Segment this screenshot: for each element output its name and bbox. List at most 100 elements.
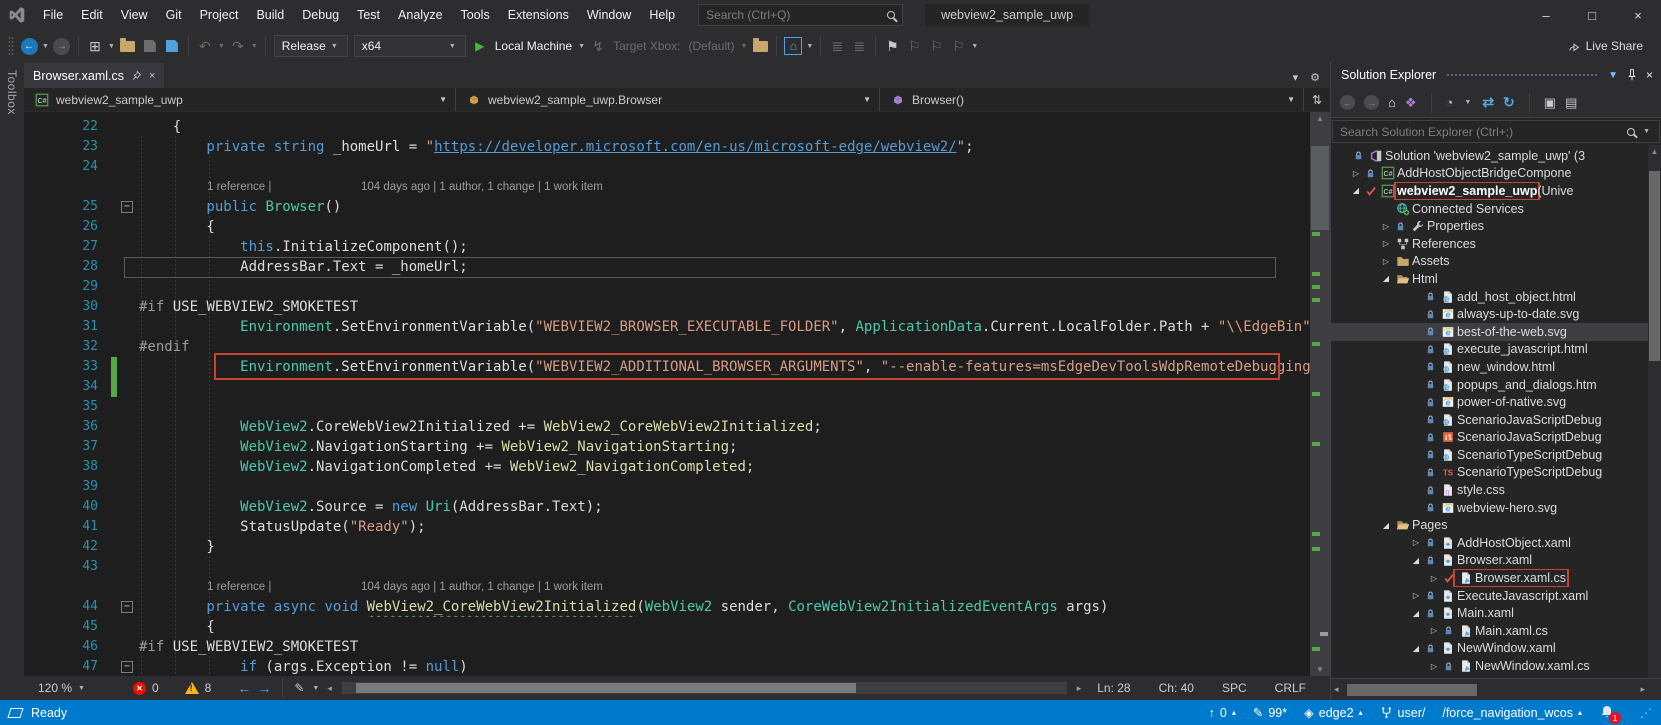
switch-views-icon[interactable]: ❖ bbox=[1405, 95, 1417, 111]
close-button[interactable]: × bbox=[1615, 0, 1661, 30]
drag-grip[interactable] bbox=[1446, 72, 1599, 78]
split-window-icon[interactable]: ⇅ bbox=[1304, 93, 1330, 107]
tree-item-webview2-sample-uwp[interactable]: ◢ C# webview2_sample_uwp (Unive bbox=[1331, 182, 1661, 200]
tree-vertical-scrollbar[interactable]: ▲ bbox=[1648, 145, 1661, 678]
line-number[interactable]: 46 bbox=[24, 637, 98, 657]
code-line[interactable]: 23 private string _homeUrl = "https://dev… bbox=[24, 137, 1310, 157]
resize-grip-icon[interactable]: ⋰ bbox=[1640, 706, 1652, 720]
toolbox-side-tab[interactable]: Toolbox bbox=[0, 62, 24, 700]
forward-icon[interactable]: → bbox=[52, 34, 72, 58]
tree-item-addhostobject-xaml[interactable]: ▷ AddHostObject.xaml bbox=[1331, 534, 1661, 552]
tree-horizontal-scrollbar[interactable]: ◂ ▸ bbox=[1331, 678, 1661, 700]
scrollbar-thumb[interactable] bbox=[1347, 684, 1477, 696]
url-link[interactable]: https://developer.microsoft.com/en-us/mi… bbox=[434, 139, 957, 155]
line-number[interactable]: 27 bbox=[24, 237, 98, 257]
config-dropdown[interactable]: Release ▼ bbox=[273, 35, 348, 57]
line-number[interactable]: 41 bbox=[24, 517, 98, 537]
menu-window[interactable]: Window bbox=[578, 2, 640, 28]
home-icon[interactable]: ⌂ bbox=[1388, 95, 1396, 110]
line-number[interactable]: 45 bbox=[24, 617, 98, 637]
pending-edits-button[interactable]: ✎ 99* bbox=[1253, 705, 1287, 721]
minimize-button[interactable]: – bbox=[1523, 0, 1569, 30]
menu-extensions[interactable]: Extensions bbox=[499, 2, 578, 28]
expand-icon[interactable]: ▷ bbox=[1427, 662, 1441, 671]
code-line[interactable]: 34 bbox=[24, 377, 1310, 397]
next-bookmark-icon[interactable]: ⚐ bbox=[926, 34, 946, 58]
fold-toggle-icon[interactable]: − bbox=[121, 661, 133, 673]
tree-item-scenariotypescriptdebug[interactable]: ScenarioTypeScriptDebug bbox=[1331, 446, 1661, 464]
codelens-history[interactable]: 104 days ago | 1 author, 1 change | 1 wo… bbox=[361, 177, 603, 197]
tree-item-assets[interactable]: ▷ Assets bbox=[1331, 253, 1661, 271]
tree-item-pages[interactable]: ◢ Pages bbox=[1331, 516, 1661, 534]
code-line[interactable]: 32 #endif bbox=[24, 337, 1310, 357]
save-icon[interactable] bbox=[140, 34, 160, 58]
expand-icon[interactable]: ▷ bbox=[1427, 574, 1441, 583]
expand-icon[interactable]: ▷ bbox=[1379, 257, 1393, 266]
tree-item-main-xaml[interactable]: ◢ Main.xaml bbox=[1331, 604, 1661, 622]
tree-item-solution-webview2-sample-uwp-3[interactable]: Solution 'webview2_sample_uwp' (3 bbox=[1331, 147, 1661, 165]
back-icon[interactable]: ← bbox=[19, 34, 39, 58]
code-line[interactable]: 28 AddressBar.Text = _homeUrl; bbox=[24, 257, 1310, 278]
line-number[interactable]: 36 bbox=[24, 417, 98, 437]
home-box-icon[interactable]: ⌂ bbox=[783, 34, 803, 58]
code-line[interactable]: 22 { bbox=[24, 117, 1310, 137]
codelens-row[interactable]: 1 reference | 104 days ago | 1 author, 1 … bbox=[24, 177, 1310, 197]
code-line[interactable]: 29 bbox=[24, 277, 1310, 297]
editor-options-icon[interactable]: ⚙ bbox=[1310, 71, 1320, 84]
codelens-references[interactable]: 1 reference | bbox=[139, 581, 271, 593]
line-number[interactable]: 42 bbox=[24, 537, 98, 557]
spaces-indicator[interactable]: SPC bbox=[1222, 681, 1247, 695]
collapse-icon[interactable]: ◢ bbox=[1409, 556, 1423, 565]
notifications-button[interactable]: 1 bbox=[1599, 704, 1621, 724]
expand-icon[interactable]: ▷ bbox=[1379, 239, 1393, 248]
line-number[interactable]: 37 bbox=[24, 437, 98, 457]
line-number[interactable]: 30 bbox=[24, 297, 98, 317]
code-line[interactable]: 40 WebView2.Source = new Uri(AddressBar.T… bbox=[24, 497, 1310, 517]
code-line[interactable]: 27 this.InitializeComponent(); bbox=[24, 237, 1310, 257]
code-line[interactable]: 33 Environment.SetEnvironmentVariable("WE… bbox=[24, 353, 1310, 380]
editor-vertical-scrollbar[interactable]: ▲ ▼ bbox=[1310, 112, 1330, 676]
pending-changes-filter-icon[interactable]: ◔ bbox=[1446, 95, 1454, 110]
expand-icon[interactable]: ▷ bbox=[1379, 222, 1393, 231]
menu-tools[interactable]: Tools bbox=[452, 2, 499, 28]
indent-icon[interactable]: ≣ bbox=[827, 34, 847, 58]
line-number[interactable]: 44 bbox=[24, 597, 98, 617]
scroll-left-icon[interactable]: ◂ bbox=[327, 683, 332, 694]
member-dropdown[interactable]: Browser() ▼ bbox=[880, 88, 1304, 111]
tree-item-newwindow-xaml[interactable]: ◢ NewWindow.xaml bbox=[1331, 640, 1661, 658]
code-line[interactable]: 44− private async void WebView2_CoreWebVi… bbox=[24, 597, 1310, 617]
line-number[interactable]: 24 bbox=[24, 157, 98, 177]
code-line[interactable]: 24 bbox=[24, 157, 1310, 177]
menu-build[interactable]: Build bbox=[247, 2, 293, 28]
code-line[interactable]: 36 WebView2.CoreWebView2Initialized += We… bbox=[24, 417, 1310, 437]
toolbar-grip[interactable] bbox=[8, 36, 14, 56]
save-all-icon[interactable] bbox=[162, 34, 182, 58]
tree-item-executejavascript-xaml[interactable]: ▷ ExecuteJavascript.xaml bbox=[1331, 587, 1661, 605]
search-input[interactable]: Search (Ctrl+Q) bbox=[698, 4, 904, 26]
code-line[interactable]: 39 bbox=[24, 477, 1310, 497]
solution-search-input[interactable]: Search Solution Explorer (Ctrl+;) ▼ bbox=[1332, 120, 1660, 143]
tree-item-style-css[interactable]: {} style.css bbox=[1331, 481, 1661, 499]
line-number[interactable]: 22 bbox=[24, 117, 98, 137]
tree-item-scenariojavascriptdebug[interactable]: ScenarioJavaScriptDebug bbox=[1331, 411, 1661, 429]
scroll-up-icon[interactable]: ▲ bbox=[1648, 147, 1661, 156]
forward-icon[interactable]: → bbox=[1364, 95, 1379, 110]
scrollbar-thumb[interactable] bbox=[1311, 146, 1329, 230]
code-line[interactable]: 30 #if USE_WEBVIEW2_SMOKETEST bbox=[24, 297, 1310, 317]
line-ending-indicator[interactable]: CRLF bbox=[1275, 681, 1306, 695]
navigate-back-icon[interactable]: ← bbox=[237, 680, 251, 696]
document-list-dropdown-icon[interactable]: ▾ bbox=[1293, 71, 1299, 84]
code-line[interactable]: 45 { bbox=[24, 617, 1310, 637]
close-icon[interactable]: × bbox=[149, 70, 155, 82]
tree-item-best-of-the-web-svg[interactable]: e best-of-the-web.svg bbox=[1331, 322, 1661, 341]
line-number[interactable]: 25 bbox=[24, 197, 98, 217]
codelens-row[interactable]: 1 reference | 104 days ago | 1 author, 1 … bbox=[24, 577, 1310, 597]
tree-item-power-of-native-svg[interactable]: e power-of-native.svg bbox=[1331, 393, 1661, 411]
maximize-button[interactable]: □ bbox=[1569, 0, 1615, 30]
project-dropdown[interactable]: C# webview2_sample_uwp ▼ bbox=[24, 88, 456, 111]
tree-item-add-host-object-html[interactable]: add_host_object.html bbox=[1331, 288, 1661, 306]
menu-test[interactable]: Test bbox=[348, 2, 389, 28]
menu-edit[interactable]: Edit bbox=[72, 2, 112, 28]
menu-file[interactable]: File bbox=[34, 2, 72, 28]
line-number[interactable]: 32 bbox=[24, 337, 98, 357]
